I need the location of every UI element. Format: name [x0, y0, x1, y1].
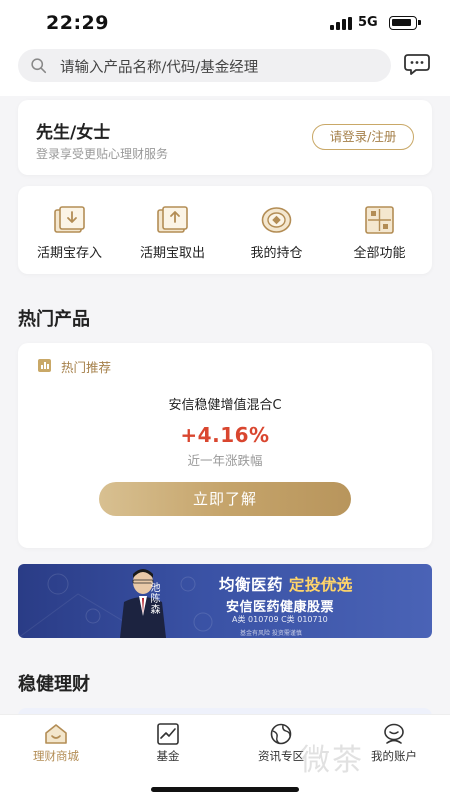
signal-icon — [330, 17, 352, 30]
tab-label: 基金 — [156, 749, 180, 763]
network-label: 5G — [358, 15, 378, 30]
banner-title-part1: 均衡医药 — [219, 576, 289, 594]
grid-icon — [365, 206, 394, 234]
hot-products-title: 热门产品 — [18, 309, 90, 330]
quick-action-deposit[interactable]: 活期宝存入 — [18, 186, 121, 274]
banner-title: 均衡医药 定投优选 — [219, 573, 353, 595]
search-icon — [31, 58, 47, 74]
tab-shop[interactable]: 理财商城 — [0, 715, 112, 775]
login-subtitle: 登录享受更贴心理财服务 — [36, 147, 169, 161]
tab-label: 理财商城 — [33, 749, 79, 763]
fund-return-rate: +4.16% — [180, 423, 270, 447]
steady-finance-title: 稳健理财 — [18, 674, 90, 695]
promo-banner[interactable]: 池陈森 均衡医药 定投优选 安信医药健康股票 A类 010709 C类 0107… — [18, 564, 432, 638]
bar-chart-icon — [38, 359, 51, 372]
coin-icon — [261, 207, 292, 233]
watermark: 微茶 — [300, 743, 364, 778]
battery-icon — [389, 16, 421, 30]
search-placeholder: 请输入产品名称/代码/基金经理 — [60, 60, 259, 76]
quick-actions: 活期宝存入 活期宝取出 我的持仓 全部功能 — [18, 186, 432, 274]
shop-icon — [45, 724, 67, 744]
fund-name[interactable]: 安信稳健增值混合C — [18, 394, 432, 413]
hot-product-card: 热门推荐 安信稳健增值混合C +4.16% 近一年涨跌幅 立即了解 — [18, 343, 432, 548]
search-input[interactable]: 请输入产品名称/代码/基金经理 — [18, 49, 391, 82]
banner-disclaimer: 基金有风险 投资需谨慎 — [240, 630, 302, 637]
learn-more-button[interactable]: 立即了解 — [99, 482, 351, 516]
fund-manager-photo — [120, 569, 166, 638]
fund-manager-name: 池陈森 — [148, 582, 159, 615]
quick-action-label: 活期宝取出 — [139, 246, 205, 261]
user-icon — [384, 723, 404, 744]
globe-icon — [270, 723, 292, 745]
banner-fund-codes: A类 010709 C类 010710 — [232, 615, 328, 624]
quick-action-withdraw[interactable]: 活期宝取出 — [121, 186, 224, 274]
user-greeting: 先生/女士 — [36, 123, 111, 143]
tab-fund[interactable]: 基金 — [112, 715, 224, 775]
chart-icon — [157, 723, 179, 745]
quick-action-label: 我的持仓 — [250, 246, 303, 261]
login-register-button[interactable]: 请登录/注册 — [312, 124, 414, 150]
withdraw-out-icon — [157, 206, 188, 233]
status-time: 22:29 — [46, 12, 109, 34]
banner-fund-title: 安信医药健康股票 — [226, 600, 335, 615]
hot-recommend-tag: 热门推荐 — [61, 360, 112, 375]
fund-return-label: 近一年涨跌幅 — [187, 453, 263, 468]
quick-action-all[interactable]: 全部功能 — [328, 186, 431, 274]
banner-title-highlight: 定投优选 — [288, 576, 353, 594]
status-bar: 22:29 5G — [0, 0, 450, 44]
chat-bubble-icon[interactable] — [404, 53, 430, 77]
home-indicator[interactable] — [151, 787, 299, 792]
quick-action-label: 活期宝存入 — [36, 246, 102, 261]
top-search-area: 请输入产品名称/代码/基金经理 — [0, 44, 450, 96]
login-card: 先生/女士 登录享受更贴心理财服务 请登录/注册 — [18, 100, 432, 175]
quick-action-holdings[interactable]: 我的持仓 — [225, 186, 328, 274]
quick-action-label: 全部功能 — [353, 246, 406, 261]
deposit-in-icon — [54, 206, 85, 233]
